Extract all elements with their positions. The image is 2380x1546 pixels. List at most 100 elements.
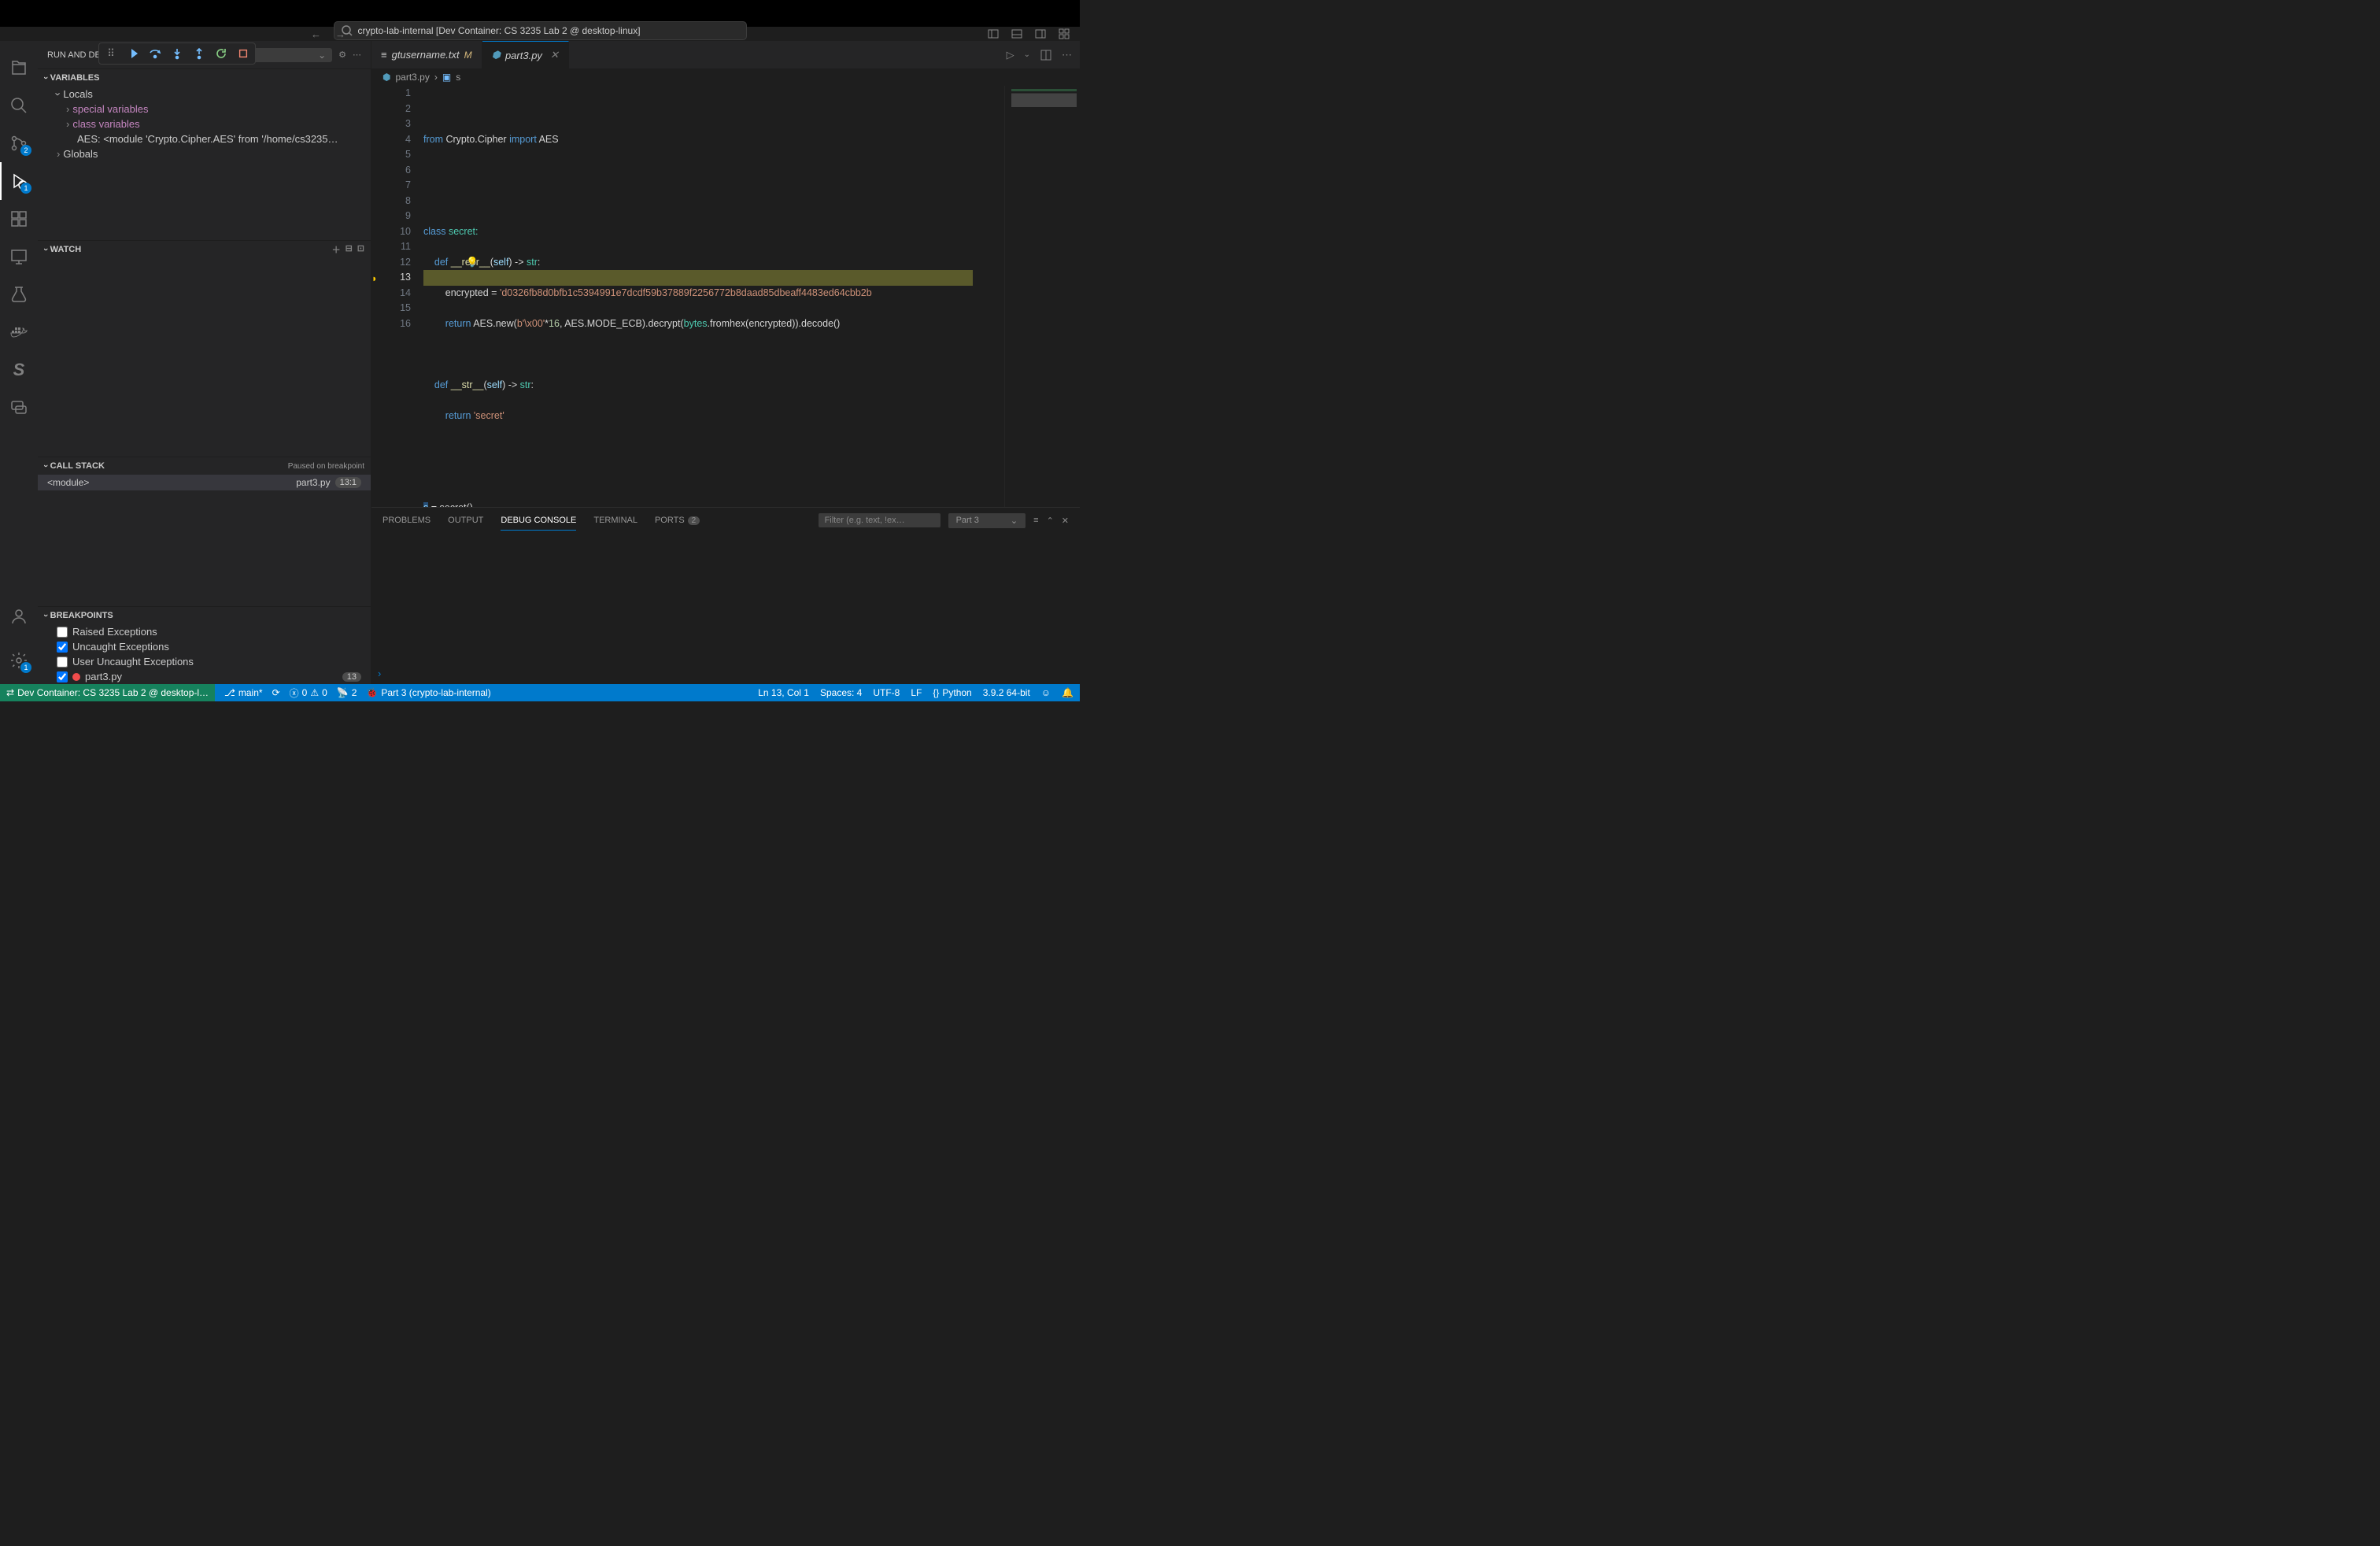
collapse-all-icon[interactable]: ⊟ <box>346 243 353 256</box>
callstack-title[interactable]: CALL STACKPaused on breakpoint <box>38 457 371 475</box>
continue-icon[interactable] <box>126 46 140 61</box>
step-over-icon[interactable] <box>148 46 162 61</box>
stack-frame[interactable]: <module> part3.py 13:1 <box>38 475 371 490</box>
frame-name: <module> <box>47 477 89 488</box>
more-icon[interactable]: ⋯ <box>353 50 361 60</box>
stop-icon[interactable] <box>236 46 250 61</box>
paused-label: Paused on breakpoint <box>288 462 364 471</box>
step-into-icon[interactable] <box>170 46 184 61</box>
cursor-position[interactable]: Ln 13, Col 1 <box>758 687 809 698</box>
encoding-status[interactable]: UTF-8 <box>873 687 900 698</box>
tab-debug-console[interactable]: DEBUG CONSOLE <box>501 511 576 531</box>
tab-output[interactable]: OUTPUT <box>448 511 483 530</box>
breakpoints-title[interactable]: BREAKPOINTS <box>38 607 371 624</box>
antenna-icon: 📡 <box>337 687 349 698</box>
testing-icon[interactable] <box>0 276 38 313</box>
code-content[interactable]: 💡 from Crypto.Cipher import AES class se… <box>423 86 1004 507</box>
locals-scope[interactable]: Locals <box>38 87 371 102</box>
bp-user-check[interactable] <box>57 656 68 668</box>
problems-status[interactable]: ⓧ0 ⚠0 <box>290 686 327 700</box>
feedback-icon[interactable]: ☺ <box>1041 687 1051 698</box>
variable-aes[interactable]: AES: <module 'Crypto.Cipher.AES' from '/… <box>38 131 371 146</box>
notifications-icon[interactable]: 🔔 <box>1062 687 1074 698</box>
s-extension-icon[interactable]: S <box>0 351 38 389</box>
search-activity-icon[interactable] <box>0 87 38 124</box>
close-icon[interactable]: ✕ <box>550 49 559 61</box>
add-icon[interactable]: ＋ <box>332 243 341 256</box>
remote-explorer-icon[interactable] <box>0 238 38 276</box>
bp-uncaught[interactable]: Uncaught Exceptions <box>38 639 371 654</box>
run-dropdown-icon[interactable]: ⌄ <box>1024 50 1030 59</box>
settings-gear-icon[interactable]: 1 <box>0 642 38 679</box>
run-debug-icon[interactable]: 1 <box>0 162 38 200</box>
explorer-icon[interactable] <box>0 49 38 87</box>
debug-status[interactable]: 🐞Part 3 (crypto-lab-internal) <box>366 687 490 698</box>
error-icon: ⓧ <box>290 686 299 700</box>
remote-icon: ⇄ <box>6 687 14 698</box>
python-version[interactable]: 3.9.2 64-bit <box>983 687 1030 698</box>
tab-gtusername[interactable]: ≡ gtusername.txt M <box>371 41 482 68</box>
sync-icon[interactable]: ⟳ <box>272 687 280 698</box>
globals-scope[interactable]: ›Globals <box>38 146 371 161</box>
tab-problems[interactable]: PROBLEMS <box>382 511 431 530</box>
split-editor-icon[interactable] <box>1040 49 1052 61</box>
special-variables[interactable]: ›special variables <box>38 102 371 117</box>
extensions-icon[interactable] <box>0 200 38 238</box>
bp-file[interactable]: part3.py13 <box>38 669 371 684</box>
gear-icon[interactable]: ⚙ <box>338 50 346 60</box>
lightbulb-icon[interactable]: 💡 <box>466 255 479 271</box>
restart-icon[interactable] <box>214 46 228 61</box>
breadcrumb[interactable]: ⬢ part3.py › ▣ s <box>371 68 1080 86</box>
bp-uncaught-check[interactable] <box>57 642 68 653</box>
braces-icon: {} <box>933 687 939 698</box>
debug-toolbar[interactable]: ⠿ <box>98 43 256 65</box>
filter-input[interactable]: Filter (e.g. text, !ex… <box>819 513 941 527</box>
tab-ports[interactable]: PORTS2 <box>655 511 700 530</box>
ports-status[interactable]: 📡2 <box>337 687 357 698</box>
variables-title[interactable]: VARIABLES <box>38 69 371 87</box>
glyph-margin[interactable]: ◗ <box>371 86 384 507</box>
minimap[interactable] <box>1004 86 1080 507</box>
layout-sidebar-left-icon[interactable] <box>987 28 1000 40</box>
bp-file-check[interactable] <box>57 671 68 682</box>
indent-status[interactable]: Spaces: 4 <box>820 687 862 698</box>
code-editor[interactable]: ◗ 12345678910111213141516 💡 from Crypto.… <box>371 86 1080 507</box>
debug-console-body[interactable]: › <box>371 533 1080 684</box>
clear-icon[interactable]: ≡ <box>1033 516 1038 525</box>
remote-indicator[interactable]: ⇄ Dev Container: CS 3235 Lab 2 @ desktop… <box>0 684 215 701</box>
close-panel-icon[interactable]: ✕ <box>1062 516 1069 526</box>
line-numbers: 12345678910111213141516 <box>384 86 423 507</box>
layout-panel-icon[interactable] <box>1011 28 1023 40</box>
breakpoint-icon <box>72 673 80 681</box>
watch-title[interactable]: WATCH ＋ ⊟ ⊡ <box>38 241 371 258</box>
chevron-up-icon[interactable]: ⌃ <box>1047 516 1054 526</box>
docker-icon[interactable] <box>0 313 38 351</box>
more-icon[interactable]: ⋯ <box>1062 49 1072 61</box>
bp-user-uncaught[interactable]: User Uncaught Exceptions <box>38 654 371 669</box>
run-icon[interactable]: ▷ <box>1007 49 1014 61</box>
settings-badge: 1 <box>20 662 31 673</box>
accounts-icon[interactable] <box>0 597 38 635</box>
eol-status[interactable]: LF <box>911 687 922 698</box>
bp-raised[interactable]: Raised Exceptions <box>38 624 371 639</box>
tab-terminal[interactable]: TERMINAL <box>593 511 638 530</box>
remove-all-icon[interactable]: ⊡ <box>357 243 364 256</box>
nav-fwd-icon[interactable]: → <box>335 28 346 40</box>
bp-raised-check[interactable] <box>57 627 68 638</box>
scm-icon[interactable]: 2 <box>0 124 38 162</box>
title-bar: ← → crypto-lab-internal [Dev Container: … <box>0 27 1080 41</box>
session-select[interactable]: Part 3⌄ <box>948 513 1026 528</box>
layout-sidebar-right-icon[interactable] <box>1034 28 1047 40</box>
tab-part3[interactable]: ⬢ part3.py ✕ <box>482 41 569 68</box>
step-out-icon[interactable] <box>192 46 206 61</box>
language-status[interactable]: {}Python <box>933 687 971 698</box>
class-variables[interactable]: ›class variables <box>38 117 371 131</box>
drag-handle-icon[interactable]: ⠿ <box>104 46 118 61</box>
debug-icon: 🐞 <box>366 687 378 698</box>
git-branch[interactable]: ⎇main* <box>224 687 263 698</box>
chat-icon[interactable] <box>0 389 38 427</box>
command-center[interactable]: crypto-lab-internal [Dev Container: CS 3… <box>334 21 747 40</box>
customize-layout-icon[interactable] <box>1058 28 1070 40</box>
frame-file: part3.py <box>296 477 330 488</box>
nav-back-icon[interactable]: ← <box>311 28 321 40</box>
